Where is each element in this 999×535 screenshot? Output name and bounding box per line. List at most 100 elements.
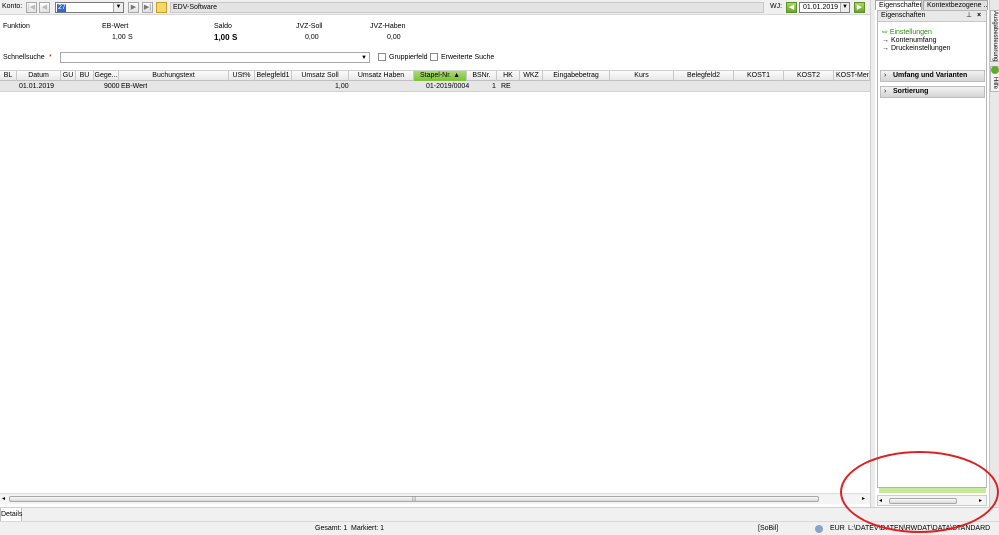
scroll-thumb[interactable]: ||| xyxy=(9,496,819,502)
col-header[interactable]: KOST-Men xyxy=(834,71,870,81)
col-header[interactable]: HK xyxy=(497,71,520,81)
table-row[interactable]: 01.01.2019 9000 EB-Wert 1,00 01-2019/000… xyxy=(0,81,870,92)
vertical-tab-strip: Ausgabesteuerung Hilfe xyxy=(989,0,999,520)
globe-icon xyxy=(815,525,823,533)
first-record-button[interactable]: |◀ xyxy=(26,2,37,13)
cell-buchungstext: EB-Wert xyxy=(121,83,148,90)
prev-record-button[interactable]: ◀ xyxy=(39,2,50,13)
panel-splitter[interactable] xyxy=(870,0,875,520)
link-label: Druckeinstellungen xyxy=(890,45,951,52)
status-mode: [SoBil] xyxy=(758,525,779,532)
panel-title-text: Eigenschaften xyxy=(881,12,926,19)
search-input[interactable]: ▼ xyxy=(60,52,370,63)
next-record-button[interactable]: ▶ xyxy=(128,2,139,13)
col-header-sorted[interactable]: Stapel-Nr. ▲ xyxy=(414,71,467,81)
tab-details[interactable]: Details xyxy=(0,508,22,522)
arrow-right-icon: → xyxy=(882,37,891,44)
link-label: Einstellungen xyxy=(889,29,932,36)
cell-umsatz-soll: 1,00 xyxy=(335,83,349,90)
search-star: * xyxy=(49,54,52,61)
col-header[interactable]: Umsatz Soll xyxy=(292,71,349,81)
status-gesamt: Gesamt: 1 xyxy=(315,525,348,532)
chevron-right-icon: › xyxy=(884,72,887,79)
prev-year-button[interactable]: ◀ xyxy=(786,2,797,13)
link-einstellungen[interactable]: ⇨ Einstellungen xyxy=(882,29,932,37)
eb-wert-label: EB-Wert xyxy=(102,23,129,30)
arrow-right-icon: ⇨ xyxy=(882,29,890,36)
col-header-label: Stapel-Nr. xyxy=(419,72,452,79)
properties-panel: Eigenschaften ⊥ × ⇨ Einstellungen → Kont… xyxy=(877,10,987,488)
saldo-value: 1,00 xyxy=(214,33,230,42)
col-header[interactable]: WKZ xyxy=(520,71,543,81)
chevron-down-icon[interactable]: ▼ xyxy=(113,3,123,12)
jvz-haben-value: 0,00 xyxy=(387,34,401,41)
col-header[interactable]: GU xyxy=(61,71,76,81)
table-header: BL Datum GU BU Gege... Buchungstext USt%… xyxy=(0,70,870,81)
col-header[interactable]: BSNr. xyxy=(467,71,497,81)
col-header[interactable]: Buchungstext xyxy=(119,71,229,81)
tab-eigenschaften[interactable]: Eigenschaften xyxy=(875,0,922,10)
jvz-soll-label: JVZ-Soll xyxy=(296,23,323,30)
funktion-label: Funktion xyxy=(3,23,30,30)
cell-hk: RE xyxy=(501,83,511,90)
section-sortierung[interactable]: › Sortierung xyxy=(880,86,985,98)
panel-title: Eigenschaften ⊥ × xyxy=(878,11,986,22)
cell-gegenkonto: 9000 xyxy=(104,83,120,90)
schnellsuche-label: Schnellsuche xyxy=(3,54,45,61)
link-druckeinstellungen[interactable]: → Druckeinstellungen xyxy=(882,45,951,53)
col-header[interactable]: Gege... xyxy=(94,71,119,81)
col-header[interactable]: Kurs xyxy=(610,71,674,81)
account-toolbar: Konto: |◀ ◀ 27 ▼ ▶ ▶| EDV-Software WJ: ◀… xyxy=(0,0,870,15)
section-label: Sortierung xyxy=(893,88,929,95)
gruppierfeld-checkbox[interactable] xyxy=(378,53,386,61)
col-header[interactable]: BU xyxy=(76,71,94,81)
vtab-label: Hilfe xyxy=(992,77,998,90)
erweiterte-suche-checkbox[interactable] xyxy=(430,53,438,61)
col-header[interactable]: Eingabebetrag xyxy=(543,71,610,81)
account-combobox[interactable]: 27 ▼ xyxy=(55,2,124,13)
status-currency: EUR xyxy=(830,525,845,532)
col-header[interactable]: BL xyxy=(0,71,17,81)
link-kontenumfang[interactable]: → Kontenumfang xyxy=(882,37,937,45)
next-year-button[interactable]: ▶ xyxy=(854,2,865,13)
wj-combobox[interactable]: 01.01.2019 ▼ xyxy=(799,2,850,13)
eb-wert-value: 1,00 xyxy=(112,34,126,41)
vtab-ausgabesteuerung[interactable]: Ausgabesteuerung xyxy=(990,10,999,62)
account-name: EDV-Software xyxy=(170,2,764,13)
folder-icon[interactable] xyxy=(156,2,167,13)
jvz-haben-label: JVZ-Haben xyxy=(370,23,406,30)
pin-icon[interactable]: ⊥ xyxy=(966,11,972,21)
chevron-down-icon[interactable]: ▼ xyxy=(840,3,849,12)
account-value: 27 xyxy=(57,4,66,12)
close-icon[interactable]: × xyxy=(977,11,981,21)
chevron-right-icon: › xyxy=(884,88,887,95)
main-area: Konto: |◀ ◀ 27 ▼ ▶ ▶| EDV-Software WJ: ◀… xyxy=(0,0,870,520)
chevron-down-icon[interactable]: ▼ xyxy=(361,53,367,63)
col-header[interactable]: Belegfeld1 xyxy=(255,71,292,81)
cell-bsnr: 1 xyxy=(492,83,496,90)
wj-value: 01.01.2019 xyxy=(803,4,839,11)
sort-asc-icon: ▲ xyxy=(453,72,460,79)
scroll-left-icon[interactable]: ◂ xyxy=(2,495,5,502)
col-header[interactable]: Datum xyxy=(17,71,61,81)
eb-wert-side: S xyxy=(128,34,133,41)
col-header[interactable]: Belegfeld2 xyxy=(674,71,734,81)
saldo-label: Saldo xyxy=(214,23,232,30)
highlight-annotation xyxy=(840,451,999,533)
status-markiert: Markiert: 1 xyxy=(351,525,385,532)
section-umfang-varianten[interactable]: › Umfang und Varianten xyxy=(880,70,985,82)
col-header[interactable]: USt% xyxy=(229,71,255,81)
horizontal-scrollbar[interactable]: ◂ ||| ▸ xyxy=(0,493,870,504)
col-header[interactable]: KOST2 xyxy=(784,71,834,81)
col-header[interactable]: Umsatz Haben xyxy=(349,71,414,81)
cell-stapel-nr: 01-2019/0004 xyxy=(426,83,470,90)
col-header[interactable]: KOST1 xyxy=(734,71,784,81)
link-label: Kontenumfang xyxy=(890,37,937,44)
saldo-side: S xyxy=(232,33,238,42)
jvz-soll-value: 0,00 xyxy=(305,34,319,41)
erweiterte-suche-label: Erweiterte Suche xyxy=(441,54,495,61)
tab-kontextbezogene[interactable]: Kontextbezogene ... xyxy=(923,0,988,10)
cell-datum: 01.01.2019 xyxy=(19,83,55,90)
help-icon xyxy=(991,66,999,74)
last-record-button[interactable]: ▶| xyxy=(142,2,153,13)
